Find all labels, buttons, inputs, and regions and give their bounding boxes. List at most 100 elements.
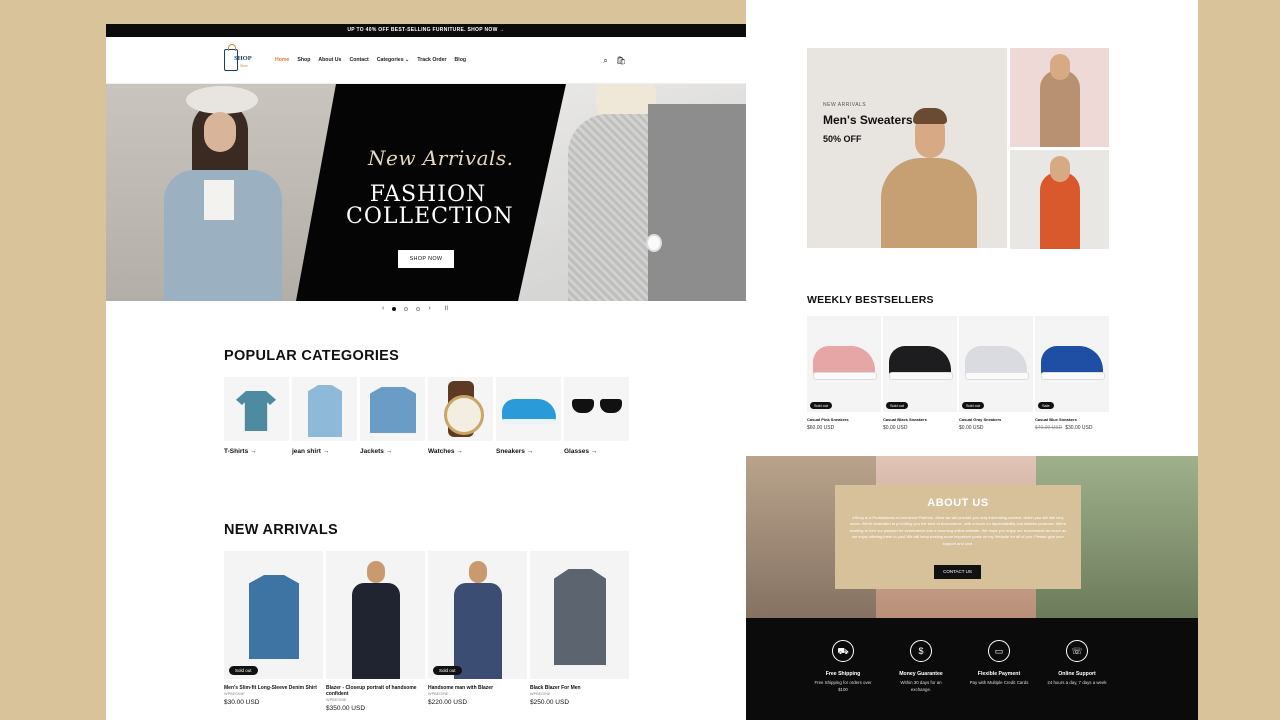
product-name[interactable]: Handsome man with Blazer [428, 685, 527, 691]
product-price: $0.00 USD [883, 425, 957, 431]
new-arrivals-title: NEW ARRIVALS [224, 522, 338, 538]
denim-shirt-image [249, 575, 299, 659]
category-jean-shirt[interactable]: jean shirt → [292, 377, 357, 455]
site-header: SHOP Store Home Shop About Us Contact Ca… [106, 37, 746, 84]
product-name[interactable]: Casual Pink Sneakers [807, 417, 881, 422]
product-image: Sold out [959, 316, 1033, 412]
nav-shop[interactable]: Shop [297, 57, 310, 63]
product-card[interactable]: Black Blazer For Men WPBEGINE $250.00 US… [530, 551, 629, 712]
sold-out-badge: Sold out [433, 666, 462, 675]
shop-now-button[interactable]: SHOP NOW [398, 250, 454, 268]
category-jackets[interactable]: Jackets → [360, 377, 425, 455]
model-hat [186, 86, 258, 114]
promo-women-2[interactable] [1010, 150, 1109, 249]
slider-next-icon[interactable]: › [428, 305, 430, 312]
nav-track-order[interactable]: Track Order [417, 57, 446, 63]
cart-icon[interactable]: 🛍︎ [616, 56, 626, 66]
announcement-bar[interactable]: UP TO 40% OFF BEST-SELLING FURNITURE. SH… [106, 24, 746, 37]
logo-sub: Store [240, 63, 249, 68]
nav-contact[interactable]: Contact [349, 57, 368, 63]
feature-title: Online Support [1058, 671, 1096, 677]
model-head [1050, 54, 1070, 80]
product-vendor: WPBEGINE [428, 692, 449, 696]
watch-icon [646, 234, 662, 252]
features-list: ⛟ Free Shipping Free Shipping for orders… [804, 640, 1116, 693]
product-card[interactable]: Sold out Casual Black Sneakers $0.00 USD [883, 316, 957, 431]
product-card[interactable]: Sale Casual Blue Sneakers $40.00 USD $30.… [1035, 316, 1109, 431]
product-card[interactable]: Blazer - Closeup portrait of handsome co… [326, 551, 425, 712]
nav-home[interactable]: Home [275, 57, 289, 63]
homepage-preview-right: NEW ARRIVALS Men's Sweaters 50% OFF WEEK… [746, 0, 1198, 720]
promo-kicker: NEW ARRIVALS [823, 102, 867, 108]
category-image [360, 377, 425, 441]
sweater-image [881, 158, 977, 248]
new-arrivals-list: Sold out Men's Slim-fit Long-Sleeve Deni… [224, 551, 629, 712]
category-tshirts[interactable]: T-Shirts → [224, 377, 289, 455]
about-box: ABOUT US eShop is a Professional eCommer… [835, 485, 1081, 589]
model-hair [913, 108, 947, 124]
category-glasses[interactable]: Glasses → [564, 377, 629, 455]
slider-dot-3[interactable] [416, 306, 421, 311]
hero-title: FASHION COLLECTION [346, 184, 513, 228]
product-name[interactable]: Casual Blue Sneakers [1035, 417, 1109, 422]
product-image [326, 551, 425, 679]
slider-pause-icon[interactable]: II [445, 306, 448, 312]
product-card[interactable]: Sold out Casual Gray Sneakers $0.00 USD [959, 316, 1033, 431]
money-icon: $ [910, 640, 932, 662]
feature-title: Money Guarantee [899, 671, 943, 677]
slider-prev-icon[interactable]: ‹ [382, 305, 384, 312]
tshirt-icon [236, 391, 276, 431]
category-sneakers[interactable]: Sneakers → [496, 377, 561, 455]
slider-dot-1[interactable] [392, 306, 397, 311]
product-card[interactable]: Sold out Casual Pink Sneakers $60.00 USD [807, 316, 881, 431]
promo-mens-sweaters[interactable]: NEW ARRIVALS Men's Sweaters 50% OFF [807, 48, 1007, 248]
product-image: Sold out [224, 551, 323, 679]
slider-dot-2[interactable] [404, 306, 409, 311]
hero-banner: New Arrivals. FASHION COLLECTION SHOP NO… [106, 84, 746, 301]
sold-out-badge: Sold out [962, 402, 984, 409]
product-vendor: WPBEGINE [326, 698, 347, 702]
hero-script-text: New Arrivals. [368, 146, 514, 170]
category-label: jean shirt → [292, 448, 330, 455]
product-name[interactable]: Casual Black Sneakers [883, 417, 957, 422]
promo-women-1[interactable] [1010, 48, 1109, 147]
nav-categories[interactable]: Categories ⌄ [377, 57, 410, 63]
man-head [469, 561, 487, 583]
sneaker-icon [502, 399, 556, 424]
product-name[interactable]: Black Blazer For Men [530, 685, 629, 691]
sold-out-badge: Sold out [886, 402, 908, 409]
nav-blog[interactable]: Blog [455, 57, 467, 63]
feature-title: Flexible Payment [977, 671, 1021, 677]
product-image: Sale [1035, 316, 1109, 412]
model-face [204, 112, 236, 152]
product-vendor: WPBEGINE [530, 692, 551, 696]
product-name[interactable]: Casual Gray Sneakers [959, 417, 1033, 422]
gray-blazer-image [554, 569, 606, 665]
old-price: $40.00 USD [1035, 425, 1063, 431]
feature-free-shipping: ⛟ Free Shipping Free Shipping for orders… [804, 640, 882, 693]
contact-us-button[interactable]: CONTACT US [934, 565, 981, 579]
site-logo[interactable]: SHOP Store [224, 44, 260, 75]
category-image [496, 377, 561, 441]
promo-offer: 50% OFF [823, 134, 862, 144]
product-image: Sold out [428, 551, 527, 679]
category-label: T-Shirts → [224, 448, 257, 455]
product-name[interactable]: Blazer - Closeup portrait of handsome co… [326, 685, 425, 697]
logo-word: SHOP [234, 55, 252, 62]
product-price: $40.00 USD $30.00 USD [1035, 425, 1109, 431]
nav-about[interactable]: About Us [318, 57, 341, 63]
model-top [204, 180, 234, 220]
sold-out-badge: Sold out [229, 666, 258, 675]
man-blue-blazer-image [450, 561, 506, 679]
product-card[interactable]: Sold out Men's Slim-fit Long-Sleeve Deni… [224, 551, 323, 712]
search-icon[interactable]: ⌕ [603, 56, 607, 66]
man-head [367, 561, 385, 583]
product-price: $350.00 USD [326, 705, 366, 712]
about-title: ABOUT US [927, 497, 989, 509]
model-coat-gray [648, 104, 746, 301]
sneaker-icon [813, 346, 877, 380]
product-card[interactable]: Sold out Handsome man with Blazer WPBEGI… [428, 551, 527, 712]
payment-icon: ▭ [988, 640, 1010, 662]
category-watches[interactable]: Watches → [428, 377, 493, 455]
product-name[interactable]: Men's Slim-fit Long-Sleeve Denim Shirt [224, 685, 323, 691]
